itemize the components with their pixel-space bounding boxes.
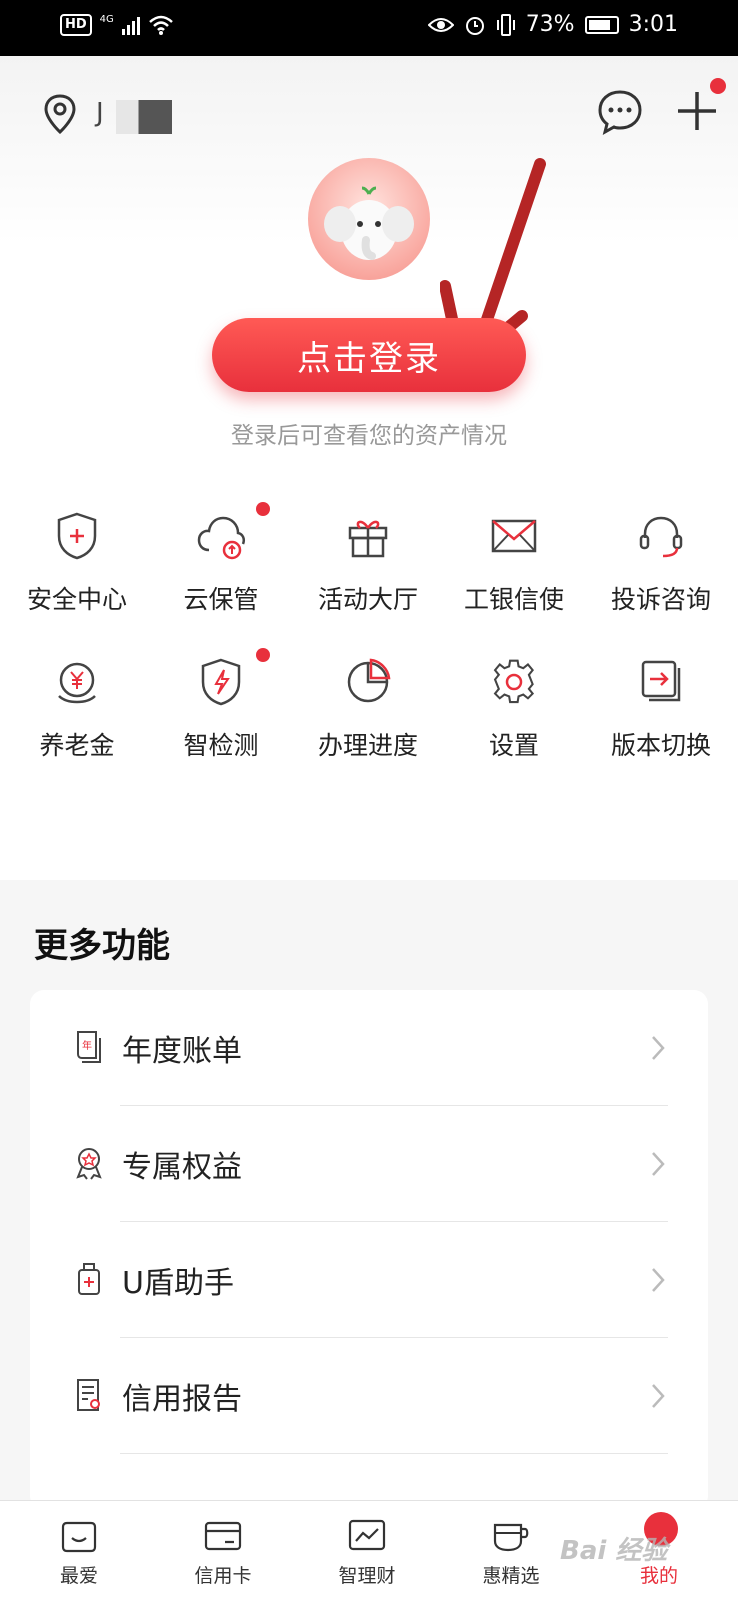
credit-report-icon [77, 1379, 100, 1411]
grid-item-label: 智检测 [183, 731, 259, 760]
grid-item-complaint-consult[interactable]: 投诉咨询 [587, 510, 735, 640]
trend-chart-icon [348, 1519, 386, 1551]
tab-credit-card[interactable]: 信用卡 [158, 1511, 288, 1600]
elephant-mascot-icon [324, 186, 414, 260]
grid-item-pension[interactable]: 养老金 [3, 656, 151, 786]
list-item-label: 专属权益 [122, 1150, 242, 1185]
grid-item-settings[interactable]: 设置 [440, 656, 588, 786]
tab-favorites[interactable]: 最爱 [14, 1511, 144, 1600]
gift-icon [348, 520, 388, 558]
ribbon-badge-icon [76, 1148, 102, 1180]
credit-card-icon [204, 1521, 242, 1551]
wifi-icon [148, 15, 173, 35]
section-title: 更多功能 [34, 926, 170, 966]
watermark: Bai 经验 [560, 1536, 668, 1566]
network-label: 4G [99, 13, 114, 25]
alarm-icon [465, 16, 484, 35]
grid-item-process-progress[interactable]: 办理进度 [294, 656, 442, 786]
location-pin-icon[interactable] [40, 92, 80, 136]
envelope-icon [491, 519, 537, 553]
grid-item-label: 设置 [488, 731, 539, 760]
user-name: J [96, 98, 104, 128]
chevron-right-icon [652, 1152, 665, 1176]
shield-bolt-icon [201, 658, 241, 706]
chevron-right-icon [652, 1384, 665, 1408]
eye-icon [427, 17, 454, 32]
grid-item-security-center[interactable]: 安全中心 [3, 510, 151, 640]
account-header: J 点击登录 登录后可查看您的资产情况 [0, 56, 738, 476]
grid-item-label: 云保管 [183, 585, 259, 614]
grid-item-activity-hall[interactable]: 活动大厅 [294, 510, 442, 640]
tab-wealth[interactable]: 智理财 [302, 1511, 432, 1600]
list-item-credit-report[interactable]: 信用报告 [30, 1338, 708, 1454]
tab-label: 惠精选 [482, 1565, 540, 1587]
tab-label: 智理财 [338, 1565, 396, 1587]
grid-item-label: 工银信使 [463, 585, 564, 614]
avatar[interactable] [308, 158, 430, 280]
list-item-label: 信用报告 [122, 1382, 242, 1417]
clock: 3:01 [628, 12, 678, 37]
status-right: 73% 3:01 [427, 12, 678, 37]
battery-icon [584, 15, 619, 34]
login-button[interactable]: 点击登录 [212, 318, 526, 392]
tab-selected-deals[interactable]: 惠精选 [446, 1511, 576, 1600]
svg-text:年: 年 [82, 1039, 92, 1052]
grid-item-icbc-messenger[interactable]: 工银信使 [440, 510, 588, 640]
signal-icon [121, 15, 140, 35]
chevron-right-icon [652, 1268, 665, 1292]
list-item-exclusive-benefits[interactable]: 专属权益 [30, 1106, 708, 1222]
grid-item-label: 版本切换 [610, 731, 711, 760]
new-badge-dot [256, 648, 270, 662]
cup-icon [493, 1523, 529, 1552]
smile-box-icon [61, 1521, 97, 1553]
grid-item-label: 办理进度 [317, 731, 418, 760]
more-functions-card: 年 年度账单 专属权益 U盾助手 信用报告 [30, 990, 708, 1510]
grid-item-label: 安全中心 [26, 585, 127, 614]
switch-arrow-icon [641, 660, 681, 702]
headset-icon [639, 516, 683, 558]
annual-bill-icon: 年 [77, 1031, 101, 1063]
new-badge-dot [256, 502, 270, 516]
chat-bubble-icon[interactable] [596, 88, 644, 136]
usb-key-icon [78, 1263, 100, 1295]
cloud-upload-icon [197, 516, 246, 560]
divider [120, 1453, 668, 1454]
list-item-label: U盾助手 [122, 1266, 234, 1301]
grid-item-smart-check[interactable]: 智检测 [147, 656, 295, 786]
status-left: HD 4G [60, 14, 174, 36]
battery-percent: 73% [525, 12, 575, 37]
pie-progress-icon [347, 658, 391, 703]
yuan-coin-icon [58, 662, 96, 704]
grid-item-cloud-storage[interactable]: 云保管 [147, 510, 295, 640]
list-item-label: 年度账单 [122, 1034, 242, 1069]
status-bar: HD 4G 73% 3:01 [0, 0, 738, 56]
grid-item-version-switch[interactable]: 版本切换 [587, 656, 735, 786]
chevron-right-icon [652, 1036, 665, 1060]
login-hint: 登录后可查看您的资产情况 [231, 423, 507, 449]
shield-plus-icon [57, 512, 97, 560]
grid-item-label: 投诉咨询 [610, 585, 711, 614]
gear-icon [493, 659, 535, 704]
hd-badge: HD [60, 14, 92, 36]
vibrate-icon [496, 13, 515, 36]
grid-item-label: 养老金 [39, 731, 115, 760]
tab-label: 信用卡 [194, 1565, 252, 1587]
notification-dot [710, 78, 726, 94]
list-item-ukey-assistant[interactable]: U盾助手 [30, 1222, 708, 1338]
tab-label: 最爱 [59, 1565, 98, 1587]
name-redaction [116, 100, 172, 134]
list-item-annual-bill[interactable]: 年 年度账单 [30, 990, 708, 1106]
grid-item-label: 活动大厅 [317, 585, 418, 614]
